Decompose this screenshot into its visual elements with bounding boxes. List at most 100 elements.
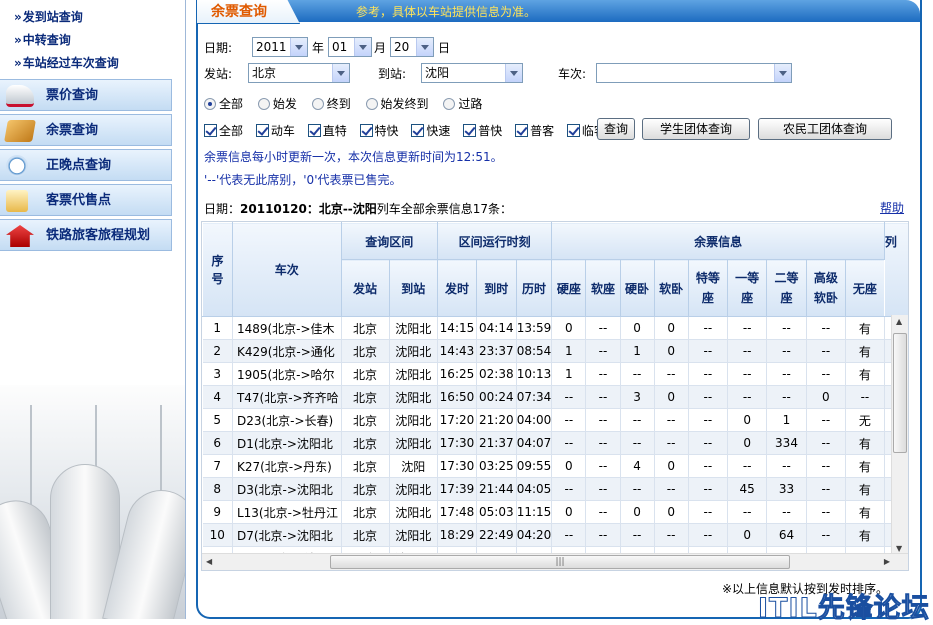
check-express[interactable]: 特快 bbox=[359, 124, 399, 138]
table-cell: -- bbox=[727, 362, 768, 386]
table-cell: 13:59 bbox=[516, 316, 553, 340]
scroll-down-icon[interactable]: ▼ bbox=[896, 544, 902, 553]
year-select[interactable]: 2011 bbox=[252, 37, 308, 57]
day-select[interactable]: 20 bbox=[390, 37, 434, 57]
radio-passing[interactable]: 过路 bbox=[443, 97, 482, 111]
table-row[interactable]: 3 1905(北京->哈尔 北京 沈阳北 16:25 02:38 10:13 1 -- -- -- -… bbox=[202, 362, 908, 386]
table-cell: -- bbox=[806, 523, 846, 547]
ticket-table: 序号 车次 查询区间 区间运行时刻 余票信息 列 发站 到站 发时 到时 历时 … bbox=[202, 222, 908, 570]
scroll-right-icon[interactable]: ▶ bbox=[884, 557, 890, 566]
col-header-first-class: 一等座 bbox=[726, 259, 768, 317]
col-header-soft-sleeper: 软卧 bbox=[653, 259, 689, 317]
table-cell: 1 bbox=[551, 339, 587, 363]
table-cell: 北京 bbox=[341, 500, 390, 524]
scroll-up-icon[interactable]: ▲ bbox=[896, 317, 902, 326]
table-row[interactable]: 9 L13(北京->牡丹江 北京 沈阳北 17:48 05:03 11:15 0 -- 0 0 -- -… bbox=[202, 500, 908, 524]
query-button[interactable]: 查询 bbox=[597, 118, 635, 140]
table-row[interactable]: 4 T47(北京->齐齐哈 北京 沈阳北 16:50 00:24 07:34 -- -- 3 0 --… bbox=[202, 385, 908, 409]
scroll-thumb[interactable]: ||| bbox=[330, 555, 790, 569]
table-row[interactable]: 6 D1(北京->沈阳北 北京 沈阳北 17:30 21:37 04:07 -- -- -- -- -… bbox=[202, 431, 908, 455]
table-cell: 1905(北京->哈尔 bbox=[232, 362, 342, 386]
check-emu[interactable]: 动车 bbox=[255, 124, 295, 138]
month-select[interactable]: 01 bbox=[328, 37, 372, 57]
table-row[interactable]: 5 D23(北京->长春) 北京 沈阳北 17:20 21:20 04:00 -- -- -- --… bbox=[202, 408, 908, 432]
table-cell: -- bbox=[688, 362, 728, 386]
train-number-select[interactable] bbox=[596, 63, 792, 83]
table-cell: 0 bbox=[551, 316, 587, 340]
worker-group-query-button[interactable]: 农民工团体查询 bbox=[758, 118, 892, 140]
table-cell: K27(北京->丹东) bbox=[232, 454, 342, 478]
table-cell: -- bbox=[806, 431, 846, 455]
table-row[interactable]: 2 K429(北京->通化 北京 沈阳北 14:43 23:37 08:54 1 -- 1 0 -- -… bbox=[202, 339, 908, 363]
table-row[interactable]: 8 D3(北京->沈阳北 北京 沈阳北 17:39 21:44 04:05 -- -- -- -- -… bbox=[202, 477, 908, 501]
help-link[interactable]: 帮助 bbox=[880, 199, 904, 216]
radio-all[interactable]: 全部 bbox=[204, 97, 243, 111]
sidebar-item-remaining-tickets[interactable]: 余票查询 bbox=[0, 114, 172, 146]
table-cell: 4 bbox=[202, 385, 233, 409]
table-cell: 有 bbox=[845, 477, 885, 501]
table-cell: 有 bbox=[845, 431, 885, 455]
table-cell: -- bbox=[688, 454, 728, 478]
main-panel: 参考，具体以车站提供信息为准。 余票查询 日期: 2011 年 01 月 20 … bbox=[196, 0, 922, 619]
table-cell: -- bbox=[688, 316, 728, 340]
scroll-thumb[interactable] bbox=[893, 333, 907, 453]
check-direct-express[interactable]: 直特 bbox=[307, 124, 347, 138]
col-header-train: 车次 bbox=[231, 222, 342, 317]
table-cell: -- bbox=[585, 477, 621, 501]
ticket-table-container: 序号 车次 查询区间 区间运行时刻 余票信息 列 发站 到站 发时 到时 历时 … bbox=[201, 221, 909, 571]
table-row[interactable]: 10 D7(北京->沈阳北 北京 沈阳北 18:29 22:49 04:20 -- -- -- --… bbox=[202, 523, 908, 547]
sidebar-item-fare[interactable]: 票价查询 bbox=[0, 79, 172, 111]
house-icon bbox=[6, 225, 34, 247]
table-cell: -- bbox=[806, 408, 846, 432]
scroll-left-icon[interactable]: ◀ bbox=[206, 557, 212, 566]
table-cell: 有 bbox=[845, 500, 885, 524]
table-cell: -- bbox=[688, 431, 728, 455]
book-icon bbox=[4, 120, 36, 142]
table-cell: 04:14 bbox=[476, 316, 517, 340]
check-ordinary[interactable]: 普客 bbox=[515, 124, 554, 138]
radio-circle-icon bbox=[257, 98, 270, 110]
sidebar-link-transfer[interactable]: »中转查询 bbox=[0, 29, 185, 52]
check-all[interactable]: 全部 bbox=[204, 124, 243, 138]
sidebar-item-agency[interactable]: 客票代售点 bbox=[0, 184, 172, 216]
table-cell: -- bbox=[845, 385, 885, 409]
document-icon bbox=[6, 190, 28, 212]
table-cell: 03:25 bbox=[476, 454, 517, 478]
check-ordinary-fast[interactable]: 普快 bbox=[463, 124, 502, 138]
table-cell: 1 bbox=[620, 339, 655, 363]
table-cell: -- bbox=[806, 316, 846, 340]
table-cell: -- bbox=[654, 362, 689, 386]
sidebar-link-station-trains[interactable]: »车站经过车次查询 bbox=[0, 52, 185, 75]
table-cell: -- bbox=[551, 431, 587, 455]
table-cell: 北京 bbox=[341, 523, 390, 547]
table-row[interactable]: 1 1489(北京->佳木 北京 沈阳北 14:15 04:14 13:59 0 -- 0 0 -- -… bbox=[202, 316, 908, 340]
from-station-select[interactable]: 北京 bbox=[248, 63, 350, 83]
table-cell: 沈阳北 bbox=[389, 362, 439, 386]
check-fast[interactable]: 快速 bbox=[411, 124, 450, 138]
tab-remaining-tickets[interactable]: 余票查询 bbox=[196, 0, 300, 24]
vertical-scrollbar[interactable]: ▲ ▼ bbox=[891, 315, 908, 555]
student-group-query-button[interactable]: 学生团体查询 bbox=[642, 118, 750, 140]
to-station-select[interactable]: 沈阳 bbox=[421, 63, 523, 83]
table-cell: 北京 bbox=[341, 316, 390, 340]
radio-origin-terminal[interactable]: 始发终到 bbox=[365, 97, 429, 111]
table-cell: -- bbox=[654, 477, 689, 501]
sidebar-link-arrival[interactable]: »发到站查询 bbox=[0, 6, 185, 29]
table-row[interactable]: 7 K27(北京->丹东) 北京 沈阳 17:30 03:25 09:55 0 -- 4 0 -- --… bbox=[202, 454, 908, 478]
table-cell: L13(北京->牡丹江 bbox=[232, 500, 342, 524]
sidebar-item-punctuality[interactable]: 正晚点查询 bbox=[0, 149, 172, 181]
table-cell: 0 bbox=[654, 339, 689, 363]
radio-terminal[interactable]: 终到 bbox=[311, 97, 351, 111]
horizontal-scrollbar[interactable]: ◀ ||| ▶ bbox=[202, 553, 908, 570]
table-cell: -- bbox=[585, 454, 621, 478]
table-cell: -- bbox=[766, 362, 807, 386]
col-header-depart: 发时 bbox=[437, 259, 477, 317]
table-cell: 沈阳北 bbox=[389, 339, 439, 363]
col-header-range: 查询区间 bbox=[340, 222, 439, 260]
ticket-table-body: 1 1489(北京->佳木 北京 沈阳北 14:15 04:14 13:59 0 -- 0 0 -- -… bbox=[202, 316, 908, 570]
radio-origin[interactable]: 始发 bbox=[257, 97, 297, 111]
chevron-down-icon bbox=[354, 38, 371, 56]
checkbox-icon bbox=[515, 124, 529, 137]
table-cell: -- bbox=[806, 454, 846, 478]
sidebar-item-trip-planning[interactable]: 铁路旅客旅程规划 bbox=[0, 219, 172, 251]
